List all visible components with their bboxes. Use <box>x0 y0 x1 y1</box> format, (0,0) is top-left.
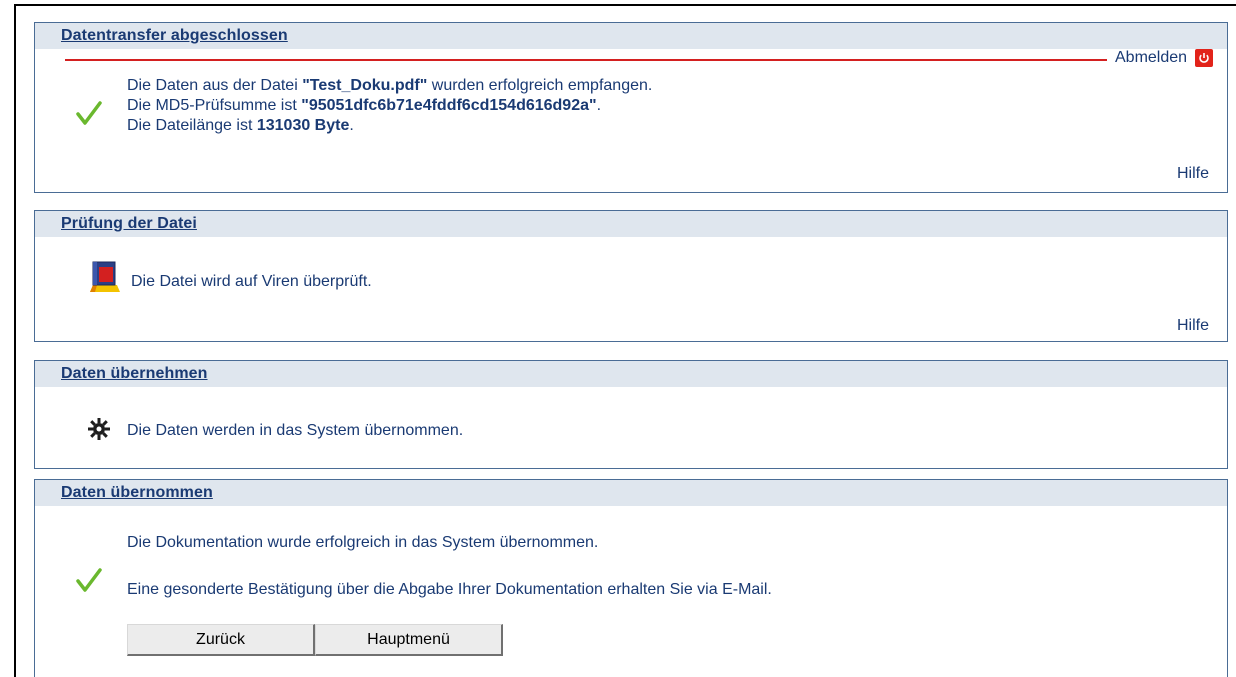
data-applied-panel: Daten übernommen Die Dokumentation wurde… <box>34 479 1228 677</box>
success-message: Die Dokumentation wurde erfolgreich in d… <box>127 534 599 551</box>
help-link[interactable]: Hilfe <box>1177 165 1209 183</box>
main-menu-button[interactable]: Hauptmenü <box>315 624 503 656</box>
virus-scanner-icon <box>90 261 120 292</box>
apply-data-panel: Daten übernehmen Die Daten werden in das… <box>34 360 1228 469</box>
panel-title: Daten übernehmen <box>61 365 208 382</box>
panel-title: Daten übernommen <box>61 484 213 501</box>
md5-checksum: "95051dfc6b71e4fddf6cd154d616d92a" <box>301 97 597 114</box>
panel-title: Prüfung der Datei <box>61 215 197 232</box>
check-icon <box>76 101 102 125</box>
help-link[interactable]: Hilfe <box>1177 317 1209 335</box>
panel-body: Die Dokumentation wurde erfolgreich in d… <box>35 506 1227 676</box>
file-name: "Test_Doku.pdf" <box>302 77 428 94</box>
virus-check-message: Die Datei wird auf Viren überprüft. <box>131 273 372 290</box>
panel-header: Daten übernommen <box>35 480 1227 506</box>
window-frame-left <box>14 4 16 677</box>
panel-header: Prüfung der Datei <box>35 211 1227 237</box>
transfer-complete-panel: Datentransfer abgeschlossen Abmelden Die… <box>34 22 1228 193</box>
check-icon <box>76 568 102 592</box>
logout-label: Abmelden <box>1115 49 1188 66</box>
transfer-line-1: Die Daten aus der Datei "Test_Doku.pdf" … <box>127 77 653 94</box>
logout-link[interactable]: Abmelden <box>1115 49 1214 67</box>
panel-body: Die Datei wird auf Viren überprüft. Hilf… <box>35 237 1227 341</box>
gear-icon <box>88 418 110 440</box>
panel-header: Daten übernehmen <box>35 361 1227 387</box>
email-confirmation-message: Eine gesonderte Bestätigung über die Abg… <box>127 581 772 598</box>
apply-data-message: Die Daten werden in das System übernomme… <box>127 422 464 439</box>
panel-body: Abmelden Die Daten aus der Datei "Test_D… <box>35 49 1227 192</box>
file-check-panel: Prüfung der Datei Die Datei wird auf Vir… <box>34 210 1228 342</box>
panel-body: Die Daten werden in das System übernomme… <box>35 387 1227 468</box>
logout-divider-line <box>65 59 1107 61</box>
panel-title: Datentransfer abgeschlossen <box>61 27 288 44</box>
transfer-line-2: Die MD5-Prüfsumme ist "95051dfc6b71e4fdd… <box>127 97 602 114</box>
window-frame-top <box>14 4 1236 6</box>
power-icon[interactable] <box>1195 49 1214 67</box>
panel-header: Datentransfer abgeschlossen <box>35 23 1227 49</box>
file-size: 131030 Byte <box>256 117 350 134</box>
back-button[interactable]: Zurück <box>127 624 315 656</box>
transfer-line-3: Die Dateilänge ist 131030 Byte. <box>127 117 354 134</box>
